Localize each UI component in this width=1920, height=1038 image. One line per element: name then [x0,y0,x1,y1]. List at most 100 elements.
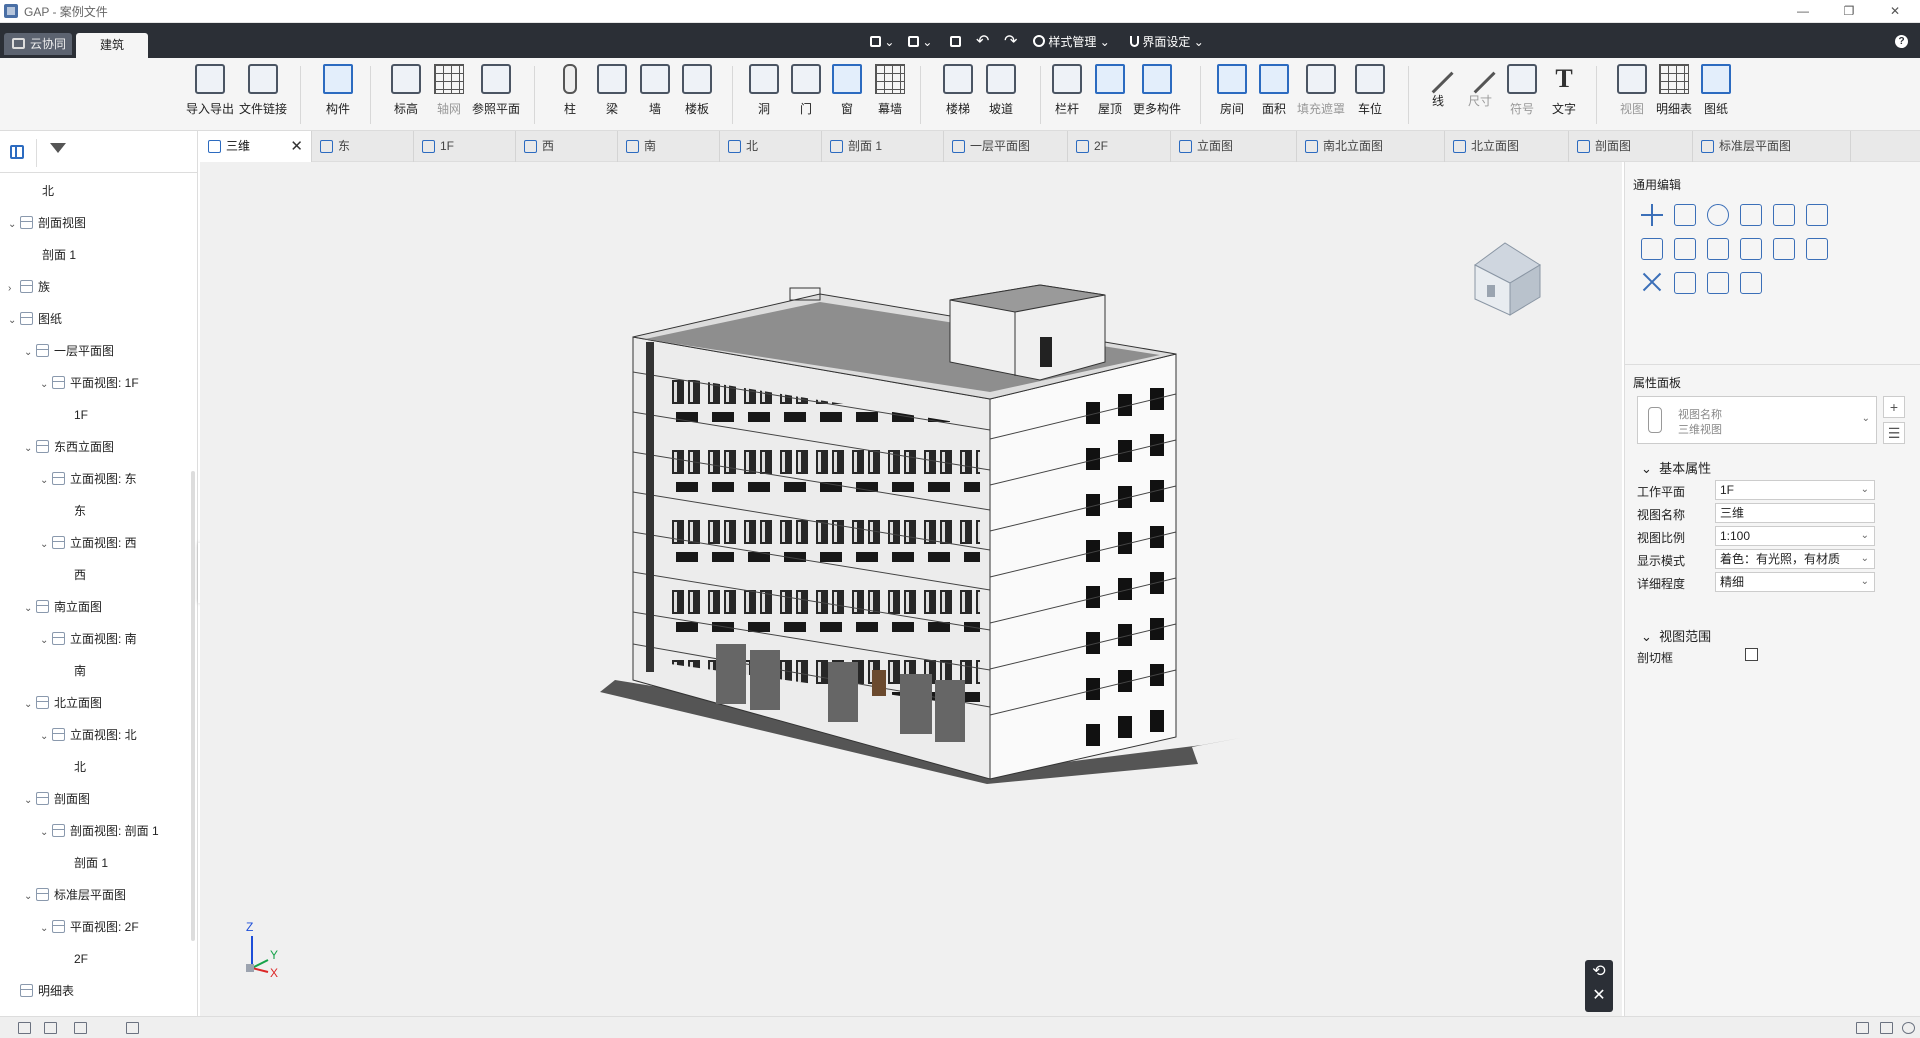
tree-twisty-icon[interactable]: ⌄ [40,919,52,939]
measure-icon[interactable] [1740,272,1762,294]
trim-icon[interactable] [1707,238,1729,260]
ref-plane-button[interactable]: 参照平面 [466,64,526,117]
clip-box-checkbox[interactable] [1745,648,1758,661]
property-value-field[interactable]: 三维 [1715,503,1875,523]
tab-view[interactable]: 南北立面图 [1297,131,1445,162]
elevation-mark-button[interactable]: 标高 [386,64,426,117]
slab-button[interactable]: 楼板 [677,64,717,117]
tree-twisty-icon[interactable]: ⌄ [40,471,52,491]
tree-node[interactable]: ⌄ 立面视图: 北 [40,725,137,745]
tree-node[interactable]: ⌄ 一层平面图 [24,341,114,361]
tab-view[interactable]: 剖面 1 [822,131,944,162]
reset-view-button[interactable]: ⟲ [1585,960,1613,984]
tab-view[interactable]: 东 [312,131,414,162]
tree-node[interactable]: ⌄ 平面视图: 2F [40,917,139,937]
close-tab-icon[interactable]: ✕ [290,131,303,162]
stack-icon[interactable] [1674,238,1696,260]
align-icon[interactable] [1740,204,1762,226]
tree-twisty-icon[interactable]: ⌄ [24,791,36,811]
tree-twisty-icon[interactable]: ⌄ [40,375,52,395]
parking-button[interactable]: 车位 [1350,64,1390,117]
tab-view[interactable]: 北 [720,131,822,162]
tree-scrollbar[interactable] [191,471,195,941]
close-button[interactable]: ✕ [1872,0,1918,22]
tree-node[interactable]: ⌄ 剖面视图: 剖面 1 [40,821,159,841]
scale-icon[interactable] [1740,238,1762,260]
grid-button[interactable]: 轴网 [429,64,469,117]
grid-view-icon[interactable] [18,1022,31,1034]
mirror-icon[interactable] [1806,238,1828,260]
minimize-button[interactable]: — [1780,0,1826,22]
tree-node[interactable]: 北 [56,757,86,777]
move-icon[interactable] [1641,204,1663,226]
screen-icon[interactable] [1856,1022,1869,1034]
tree-twisty-icon[interactable]: › [8,279,20,299]
dimension-button[interactable]: 尺寸 [1460,62,1500,109]
array-icon[interactable] [1773,238,1795,260]
property-value-field[interactable]: 1:100 ⌄ [1715,526,1875,546]
tree-twisty-icon[interactable]: ⌄ [40,823,52,843]
panel-toggle-icon[interactable] [10,145,24,159]
tree-twisty-icon[interactable]: ⌄ [40,727,52,747]
column-button[interactable]: 柱 [550,64,590,117]
tree-twisty-icon[interactable]: ⌄ [40,535,52,555]
tree-twisty-icon[interactable]: ⌄ [8,215,20,235]
3d-viewport[interactable] [200,162,1622,1016]
type-selector[interactable]: 视图名称 三维视图 ⌄ [1637,396,1877,444]
document-icon[interactable] [1880,1022,1893,1034]
ui-settings-button[interactable]: 界面设定 ⌄ [1130,34,1204,50]
file-link-button[interactable]: 文件链接 [233,64,293,117]
tree-node[interactable]: 明细表 [8,981,74,1001]
basic-properties-section[interactable]: ⌄ 基本属性 [1641,458,1711,477]
3d-box-icon[interactable] [1674,272,1696,294]
tree-node[interactable]: ⌄ 平面视图: 1F [40,373,139,393]
filter-icon[interactable] [50,143,66,153]
style-manage-button[interactable]: 样式管理 ⌄ [1033,34,1110,50]
tab-view[interactable]: 立面图 [1171,131,1297,162]
delete-icon[interactable] [1641,272,1663,294]
tree-node[interactable]: ⌄ 图纸 [8,309,62,329]
door-button[interactable]: 门 [786,64,826,117]
layout-icon[interactable] [74,1022,87,1034]
window-button[interactable]: 窗 [827,64,867,117]
tree-node[interactable]: ⌄ 东西立面图 [24,437,114,457]
tree-twisty-icon[interactable]: ⌄ [8,311,20,331]
settings-icon[interactable] [1902,1022,1915,1034]
tab-view[interactable]: 南 [618,131,720,162]
railing-button[interactable]: 栏杆 [1047,64,1087,117]
restore-button[interactable]: ❐ [1826,0,1872,22]
tree-node[interactable]: 1F [56,405,88,425]
tree-node[interactable]: 剖面 1 [24,245,76,265]
open-file-button[interactable]: ⌄ [908,34,932,50]
tree-node[interactable]: ⌄ 立面视图: 西 [40,533,137,553]
beam-button[interactable]: 梁 [592,64,632,117]
symbol-button[interactable]: 符号 [1502,64,1542,117]
snap-icon[interactable] [44,1022,57,1034]
area-button[interactable]: 面积 [1254,64,1294,117]
close-view-button[interactable]: ✕ [1585,984,1613,1008]
copy-icon[interactable] [1674,204,1696,226]
tree-node[interactable]: ⌄ 剖面图 [24,789,90,809]
new-file-button[interactable]: ⌄ [870,34,894,50]
tree-node[interactable]: ⌄ 北立面图 [24,693,102,713]
line-button[interactable]: 线 [1418,62,1458,109]
tree-twisty-icon[interactable]: ⌄ [24,695,36,715]
wall-button[interactable]: 墙 [635,64,675,117]
tree-twisty-icon[interactable]: ⌄ [40,631,52,651]
add-type-button[interactable]: + [1883,396,1905,418]
tree-twisty-icon[interactable]: ⌄ [24,599,36,619]
split-icon[interactable] [1773,204,1795,226]
redo-button[interactable]: ↷ [1004,34,1017,50]
ramp-button[interactable]: 坡道 [981,64,1021,117]
copy2-icon[interactable] [1641,238,1663,260]
room-button[interactable]: 房间 [1212,64,1252,117]
tab-view[interactable]: 剖面图 [1569,131,1693,162]
import-export-button[interactable]: 导入导出 [180,64,240,117]
tree-node[interactable]: 北 [24,181,54,201]
offset-icon[interactable] [1806,204,1828,226]
tree-twisty-icon[interactable]: ⌄ [24,439,36,459]
tree-node[interactable]: ⌄ 剖面视图 [8,213,86,233]
schedule-button[interactable]: 明细表 [1644,64,1704,117]
tree-node[interactable]: 南 [56,661,86,681]
property-value-field[interactable]: 1F ⌄ [1715,480,1875,500]
